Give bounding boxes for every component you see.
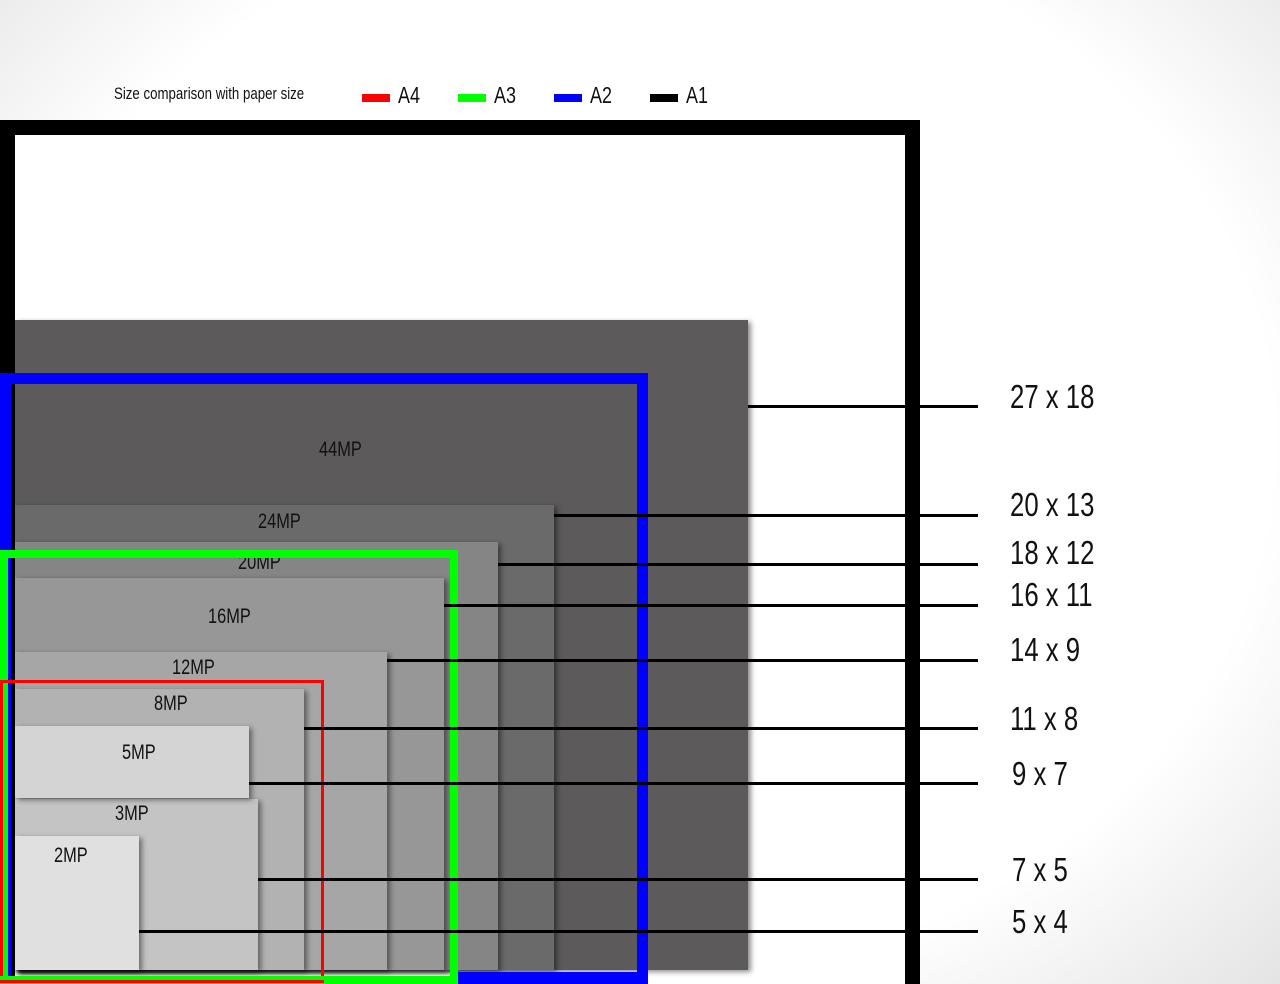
leader-line-11x8 (304, 727, 978, 730)
leader-line-7x5 (258, 878, 978, 881)
legend-swatch-a3 (458, 94, 486, 102)
leader-line-16x11 (444, 604, 978, 607)
leader-line-9x7 (249, 782, 978, 785)
legend-swatch-a1 (650, 94, 678, 102)
print-size-5x4: 5 x 4 (1012, 903, 1068, 940)
legend-label-a1: A1 (686, 82, 708, 108)
print-size-11x8: 11 x 8 (1010, 700, 1079, 737)
print-size-14x9: 14 x 9 (1010, 631, 1081, 668)
legend-label-a2: A2 (590, 82, 612, 108)
legend-swatch-a2 (554, 94, 582, 102)
leader-line-20x13 (554, 514, 978, 517)
leader-line-14x9 (387, 659, 978, 662)
print-size-20x13: 20 x 13 (1010, 486, 1095, 523)
a4-frame-bottom-edge (0, 980, 324, 983)
a4-paper-frame (0, 680, 324, 984)
leader-line-18x12 (498, 563, 978, 566)
a2-frame-bottom-edge (458, 972, 648, 984)
print-size-7x5: 7 x 5 (1012, 851, 1068, 888)
leader-line-5x4 (139, 930, 978, 933)
print-size-9x7: 9 x 7 (1012, 755, 1068, 792)
legend-title: Size comparison with paper size (114, 84, 305, 103)
legend-label-a3: A3 (494, 82, 516, 108)
leader-line-27x18 (748, 405, 978, 408)
print-size-16x11: 16 x 11 (1010, 576, 1093, 613)
legend-label-a4: A4 (398, 82, 420, 108)
print-size-18x12: 18 x 12 (1010, 534, 1095, 571)
print-size-27x18: 27 x 18 (1010, 378, 1095, 415)
legend-swatch-a4 (362, 94, 390, 102)
